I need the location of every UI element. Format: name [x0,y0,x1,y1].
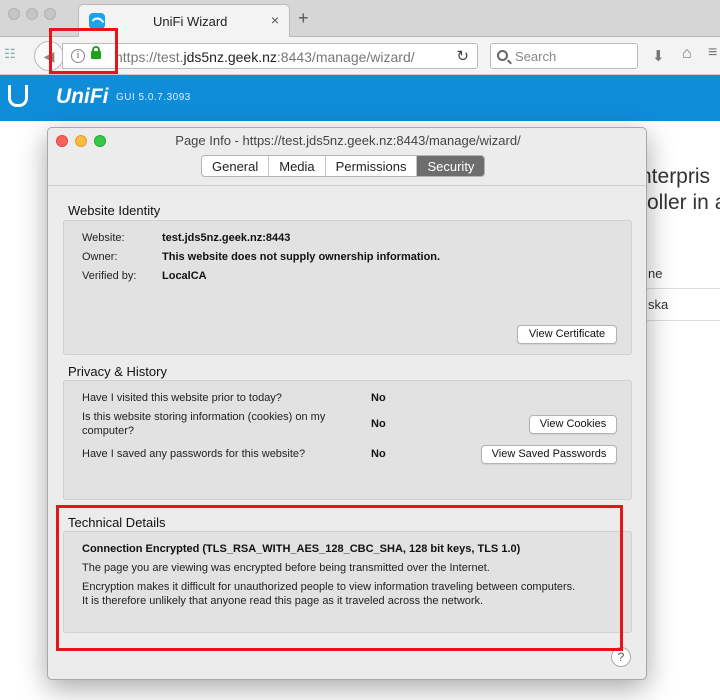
menu-icon[interactable]: ≡ [708,44,717,62]
owner-label: Owner: [82,251,118,263]
cookies-question-line2: computer? [82,425,134,437]
tab-general[interactable]: General [202,156,270,176]
visited-answer: No [371,392,386,404]
website-label: Website: [82,232,125,244]
window-zoom-light[interactable] [44,8,56,20]
tab-title: UniFi Wizard [153,14,228,29]
download-icon[interactable]: ⬇ [652,47,665,65]
verified-by-value: LocalCA [162,270,207,282]
bg-table-header: ne [648,266,663,281]
url-host: jds5nz.geek.nz [183,49,277,65]
url-bar[interactable]: i https://test.jds5nz.geek.nz:8443/manag… [62,43,478,69]
url-prefix: https://test. [115,49,184,65]
tab-media[interactable]: Media [269,156,326,176]
view-saved-passwords-button[interactable]: View Saved Passwords [481,445,617,464]
reload-icon[interactable]: ↻ [456,47,469,65]
tab-close-icon[interactable]: × [271,12,279,28]
privacy-history-heading: Privacy & History [68,364,167,379]
new-tab-button[interactable]: + [298,8,309,29]
url-text[interactable]: https://test.jds5nz.geek.nz:8443/manage/… [115,49,415,65]
privacy-history-group: Have I visited this website prior to tod… [63,380,632,500]
bg-table-cell: ska [648,297,669,312]
cookies-answer: No [371,418,386,430]
dialog-divider [48,185,646,186]
window-minimize-light[interactable] [26,8,38,20]
unifi-favicon-icon [89,13,105,29]
search-placeholder: Search [515,49,557,64]
bg-divider [640,288,720,289]
owner-value: This website does not supply ownership i… [162,251,441,263]
highlight-box-lock [49,28,118,74]
tab-security[interactable]: Security [417,156,485,176]
website-identity-heading: Website Identity [68,203,161,218]
unifi-brand: UniFi [56,85,109,108]
passwords-question: Have I saved any passwords for this webs… [82,448,306,460]
search-input[interactable]: Search [490,43,638,69]
bg-heading-line2: roller in a [640,191,720,214]
tab-permissions[interactable]: Permissions [326,156,418,176]
gui-version: GUI 5.0.7.3093 [116,92,191,103]
visited-question: Have I visited this website prior to tod… [82,392,282,404]
bg-divider [640,320,720,321]
website-value: test.jds5nz.geek.nz:8443 [162,232,291,244]
view-certificate-button[interactable]: View Certificate [517,325,617,344]
home-icon[interactable]: ⌂ [682,45,692,63]
search-icon [497,50,508,61]
ubiquiti-logo-icon [8,85,28,107]
dialog-tabs: General Media Permissions Security [201,155,486,177]
highlight-box-technical [56,505,623,651]
view-cookies-button[interactable]: View Cookies [529,415,617,434]
verified-by-label: Verified by: [82,270,137,282]
bg-heading-line1: nterpris [640,165,711,188]
dialog-title: Page Info - https://test.jds5nz.geek.nz:… [175,133,521,148]
cookies-question-line1: Is this website storing information (coo… [82,411,326,423]
passwords-answer: No [371,448,386,460]
identity-icon[interactable]: ☷ [4,46,22,64]
window-close-light[interactable] [8,8,20,20]
unifi-header: UniFi GUI 5.0.7.3093 [0,75,720,121]
website-identity-group: Website: test.jds5nz.geek.nz:8443 Owner:… [63,220,632,355]
url-suffix: :8443/manage/wizard/ [276,49,415,65]
